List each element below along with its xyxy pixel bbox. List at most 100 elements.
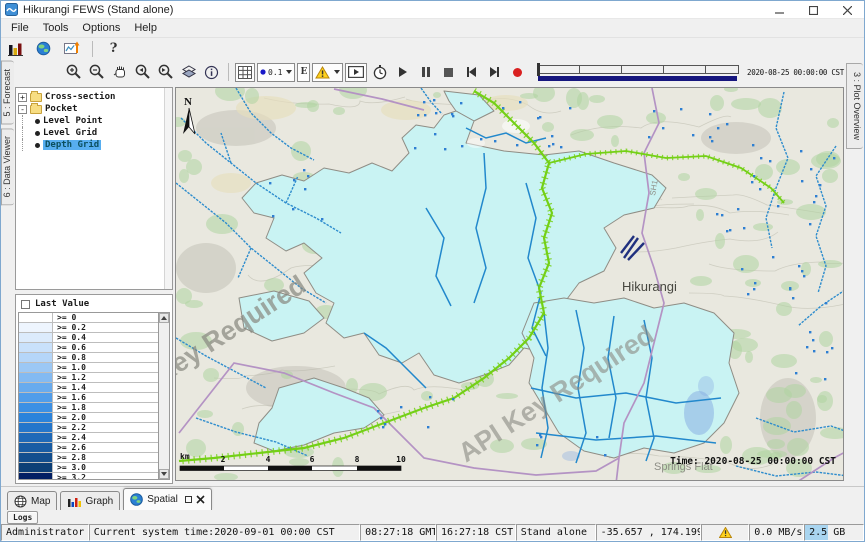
minimize-button[interactable] <box>762 1 796 19</box>
tree-label[interactable]: Cross-section <box>45 92 115 102</box>
close-button[interactable] <box>830 1 864 19</box>
last-frame-icon[interactable] <box>484 62 505 82</box>
maximize-panel-icon[interactable] <box>185 496 192 503</box>
depth-grid-patch <box>684 391 714 435</box>
legend-panel: Last Value >= 0>= 0.2>= 0.4>= 0.6>= 0.8>… <box>15 294 173 484</box>
legend-swatch <box>19 473 53 480</box>
ruler-icon[interactable]: E <box>297 63 310 82</box>
stop-icon[interactable] <box>438 62 459 82</box>
status-gmt-time: 08:27:18 GMT <box>360 524 436 541</box>
legend-entry: >= 0.4 <box>19 333 158 343</box>
legend-swatch <box>19 363 53 372</box>
record-icon[interactable] <box>507 62 528 82</box>
status-memory: 2.5 GB <box>804 524 864 541</box>
folder-icon <box>30 105 42 114</box>
current-datetime: 2020-08-25 00:00:00 CST <box>747 68 844 77</box>
main-area: 5 : Forecast 6 : Data Viewer 3 : Plot Ov… <box>1 59 864 486</box>
legend-label: >= 0.6 <box>53 343 158 352</box>
status-warning-icon[interactable] <box>701 524 749 541</box>
legend-table: >= 0>= 0.2>= 0.4>= 0.6>= 0.8>= 1.0>= 1.2… <box>18 312 170 480</box>
svg-text:8: 8 <box>355 455 360 464</box>
layers-icon[interactable] <box>178 62 199 82</box>
tree-row[interactable]: Level Point <box>18 115 172 127</box>
tab-forecast[interactable]: 5 : Forecast <box>1 61 14 125</box>
zoom-previous-icon[interactable] <box>132 62 153 82</box>
legend-label: >= 2.6 <box>53 443 158 452</box>
logs-button[interactable]: Logs <box>7 511 38 524</box>
zoom-in-icon[interactable] <box>63 62 84 82</box>
timer-icon[interactable] <box>369 62 390 82</box>
map-time-label: Time: 2020-08-25 00:00:00 CST <box>670 456 836 467</box>
tree-guide <box>22 115 30 127</box>
maximize-button[interactable] <box>796 1 830 19</box>
tree-scrollbar[interactable] <box>164 88 172 289</box>
pan-icon[interactable] <box>109 62 130 82</box>
menu-options[interactable]: Options <box>75 20 127 36</box>
layer-tree-panel: + Cross-section - Pocket Level Point <box>15 87 173 290</box>
legend-label: >= 1.8 <box>53 403 158 412</box>
legend-title: Last Value <box>35 299 89 309</box>
grid-icon[interactable] <box>235 63 255 82</box>
title-bar[interactable]: Hikurangi FEWS (Stand alone) <box>1 1 864 19</box>
town-label: Hikurangi <box>622 279 677 294</box>
help-icon[interactable]: ? <box>103 39 124 59</box>
globe-icon <box>130 493 143 506</box>
chevron-down-icon <box>334 70 340 74</box>
tab-plot-overview[interactable]: 3 : Plot Overview <box>846 63 863 149</box>
legend-entry: >= 0.8 <box>19 353 158 363</box>
tab-map[interactable]: Map <box>7 491 57 510</box>
legend-entry: >= 2.6 <box>19 443 158 453</box>
legend-entry: >= 2.8 <box>19 453 158 463</box>
close-panel-icon[interactable] <box>196 495 205 504</box>
legend-entry: >= 2.0 <box>19 413 158 423</box>
play-icon[interactable] <box>392 62 413 82</box>
legend-scrollbar[interactable] <box>158 313 169 479</box>
threshold-dropdown[interactable]: 0.1 <box>257 63 295 82</box>
threshold-value: 0.1 <box>268 68 282 77</box>
tree-row[interactable]: + Cross-section <box>18 91 172 103</box>
map-toolbar: 0.1 E 2020-08-25 00:00:00 CST <box>15 59 844 85</box>
view-tab-bar: Map Graph Spatial <box>1 486 864 510</box>
toolbar-separator <box>228 63 229 81</box>
zoom-next-icon[interactable] <box>155 62 176 82</box>
zoom-out-icon[interactable] <box>86 62 107 82</box>
map-view[interactable]: API Key Required API Key Required Hikura… <box>175 87 844 481</box>
info-icon[interactable] <box>201 62 222 82</box>
pause-icon[interactable] <box>415 62 436 82</box>
warning-dropdown[interactable] <box>312 63 343 82</box>
legend-entry: >= 3.0 <box>19 463 158 473</box>
explorer-icon[interactable] <box>5 39 26 59</box>
legend-entry: >= 3.2 <box>19 473 158 480</box>
legend-swatch <box>19 423 53 432</box>
first-frame-icon[interactable] <box>461 62 482 82</box>
timeseries-icon[interactable] <box>61 39 82 59</box>
legend-label: >= 2.0 <box>53 413 158 422</box>
menu-tools[interactable]: Tools <box>36 20 76 36</box>
menu-file[interactable]: File <box>4 20 36 36</box>
collapse-icon[interactable]: - <box>18 105 27 114</box>
tree-label[interactable]: Level Point <box>43 116 103 126</box>
tree-label[interactable]: Pocket <box>45 104 78 114</box>
legend-label: >= 0.4 <box>53 333 158 342</box>
window-title: Hikurangi FEWS (Stand alone) <box>23 4 173 16</box>
expand-icon[interactable]: + <box>18 93 27 102</box>
scroll-up-icon[interactable] <box>159 313 169 323</box>
tab-spatial[interactable]: Spatial <box>123 488 212 510</box>
tree-row-selected[interactable]: Depth Grid <box>18 139 172 151</box>
app-logo-icon <box>5 3 18 16</box>
scroll-down-icon[interactable] <box>159 469 169 479</box>
globe-icon[interactable] <box>33 39 54 59</box>
menu-help[interactable]: Help <box>127 20 164 36</box>
tree-row[interactable]: - Pocket <box>18 103 172 115</box>
time-slider[interactable] <box>538 63 739 81</box>
menu-bar: File Tools Options Help <box>1 19 864 37</box>
tree-row[interactable]: Level Grid <box>18 127 172 139</box>
tab-data-viewer[interactable]: 6 : Data Viewer <box>1 128 14 205</box>
left-tab-strip: 5 : Forecast 6 : Data Viewer <box>1 59 15 486</box>
last-value-checkbox[interactable] <box>21 300 30 309</box>
time-slider-handle[interactable] <box>537 63 540 76</box>
tab-graph[interactable]: Graph <box>60 491 120 510</box>
tree-label-selected[interactable]: Depth Grid <box>43 140 101 150</box>
tree-label[interactable]: Level Grid <box>43 128 97 138</box>
animation-icon[interactable] <box>345 63 367 82</box>
